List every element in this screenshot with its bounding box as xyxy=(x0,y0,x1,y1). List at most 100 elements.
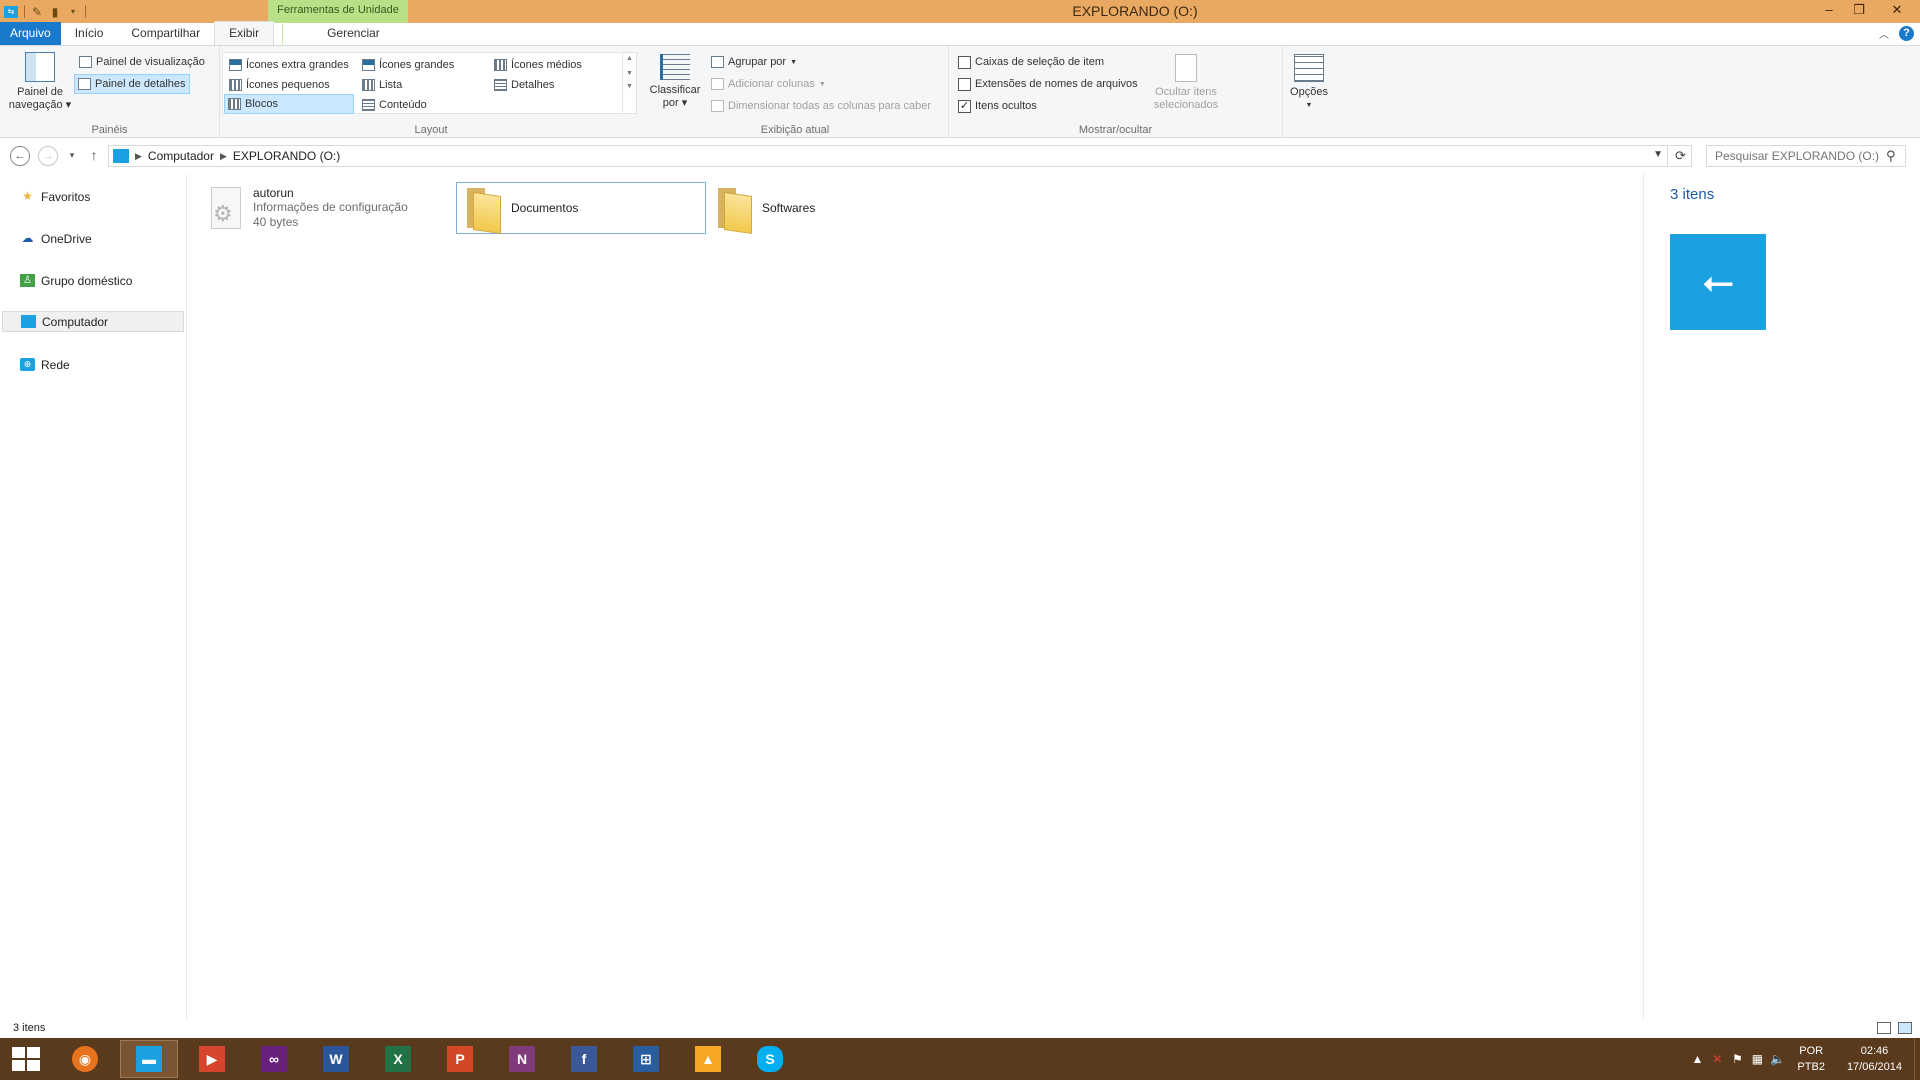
gallery-down-icon[interactable]: ▼ xyxy=(623,70,636,77)
search-input[interactable] xyxy=(1706,145,1906,167)
window-controls: – ❐ ✕ xyxy=(1814,0,1920,23)
address-dropdown-icon[interactable]: ▼ xyxy=(1653,149,1663,160)
gallery-expand-icon[interactable]: ▼ xyxy=(623,83,636,90)
qat-customize-icon[interactable]: ▾ xyxy=(67,5,79,19)
details-pane: 3 itens ⭠ xyxy=(1643,174,1920,1024)
hide-selected-items-button[interactable]: Ocultar itens selecionados xyxy=(1149,54,1223,112)
file-extensions-toggle[interactable]: Extensões de nomes de arquivos xyxy=(955,74,1141,94)
taskbar-app-firefox[interactable]: ◉ xyxy=(56,1040,114,1078)
network-tray-icon[interactable]: ▦ xyxy=(1747,1052,1767,1066)
layout-small-icons[interactable]: Ícones pequenos xyxy=(226,75,333,95)
up-button[interactable]: ↑ xyxy=(84,146,104,166)
tab-share[interactable]: Compartilhar xyxy=(117,22,214,45)
sort-by-button[interactable]: Classificar por ▾ xyxy=(648,54,702,110)
recent-locations-button[interactable]: ▾ xyxy=(62,146,82,166)
chevron-right-icon[interactable]: ▶ xyxy=(135,151,142,162)
start-button[interactable] xyxy=(12,1047,40,1071)
taskbar-app-onenote[interactable]: N xyxy=(493,1040,551,1078)
details-pane-button[interactable]: Painel de detalhes xyxy=(74,74,190,94)
taskbar-app-word[interactable]: W xyxy=(307,1040,365,1078)
title-bar: ⇆ ✎ ▮ ▾ Ferramentas de Unidade EXPLORAND… xyxy=(0,0,1920,23)
size-all-columns-button[interactable]: Dimensionar todas as colunas para caber xyxy=(708,96,934,116)
nav-item-homegroup[interactable]: ♙ Grupo doméstico xyxy=(2,270,184,291)
layout-details[interactable]: Detalhes xyxy=(491,75,557,95)
hidden-items-toggle[interactable]: ✓ Itens ocultos xyxy=(955,96,1040,116)
taskbar-app-facebook[interactable]: f xyxy=(555,1040,613,1078)
forward-button[interactable]: → xyxy=(38,146,58,166)
help-icon[interactable]: ? xyxy=(1899,26,1914,41)
drive-app-icon[interactable]: ⇆ xyxy=(4,5,18,18)
taskbar-app-visual-studio[interactable]: ∞ xyxy=(245,1040,303,1078)
input-language[interactable]: POR PTB2 xyxy=(1787,1043,1835,1075)
options-button[interactable]: Opções ▼ xyxy=(1283,54,1335,112)
file-extensions-checkbox[interactable] xyxy=(958,77,971,91)
taskbar-app-skype[interactable]: S xyxy=(741,1040,799,1078)
clock[interactable]: 02:46 17/06/2014 xyxy=(1835,1043,1914,1075)
media-player-icon: ▶ xyxy=(199,1046,225,1072)
properties-icon[interactable]: ✎ xyxy=(31,5,43,19)
new-folder-icon[interactable]: ▮ xyxy=(49,5,61,19)
folder-icon xyxy=(463,186,503,230)
hidden-items-checkbox[interactable]: ✓ xyxy=(958,99,971,113)
large-icons-view-icon[interactable] xyxy=(1898,1022,1912,1034)
taskbar-app-store[interactable]: ⊞ xyxy=(617,1040,675,1078)
folder-tile-documentos[interactable]: Documentos xyxy=(456,182,706,234)
breadcrumb-drive[interactable]: EXPLORANDO (O:) xyxy=(233,149,340,163)
gallery-up-icon[interactable]: ▲ xyxy=(623,55,636,62)
action-center-icon[interactable]: ✕ xyxy=(1707,1052,1727,1066)
address-bar[interactable]: ▶ Computador ▶ EXPLORANDO (O:) ▼ xyxy=(108,145,1668,167)
tab-view[interactable]: Exibir xyxy=(214,21,275,45)
skype-icon: S xyxy=(757,1046,783,1072)
close-button[interactable]: ✕ xyxy=(1874,0,1920,21)
details-view-icon[interactable] xyxy=(1877,1022,1891,1034)
item-checkboxes-checkbox[interactable] xyxy=(958,55,971,69)
taskbar-app-file-explorer[interactable]: ▬ xyxy=(120,1040,178,1078)
nav-item-onedrive[interactable]: ☁ OneDrive xyxy=(2,228,184,249)
sort-by-label: Classificar por xyxy=(649,84,701,109)
item-checkboxes-toggle[interactable]: Caixas de seleção de item xyxy=(955,52,1107,72)
taskbar-app-vlc[interactable]: ▲ xyxy=(679,1040,737,1078)
volume-icon[interactable]: 🔈 xyxy=(1767,1052,1787,1066)
tab-home[interactable]: Início xyxy=(61,22,118,45)
nav-item-network[interactable]: ⊕ Rede xyxy=(2,354,184,375)
add-columns-button[interactable]: Adicionar colunas ▼ xyxy=(708,74,829,94)
search-icon[interactable]: ⚲ xyxy=(1886,148,1896,164)
group-panes: Painel de navegação ▾ Painel de visualiz… xyxy=(0,46,220,138)
layout-medium-icons[interactable]: Ícones médios xyxy=(491,55,585,75)
taskbar-app-media[interactable]: ▶ xyxy=(183,1040,241,1078)
tab-manage[interactable]: Gerenciar xyxy=(282,22,424,45)
restore-button[interactable]: ❐ xyxy=(1844,0,1874,21)
chevron-right-icon[interactable]: ▶ xyxy=(220,151,227,162)
tab-file[interactable]: Arquivo xyxy=(0,22,61,45)
minimize-ribbon-icon[interactable]: ︿ xyxy=(1879,26,1889,41)
breadcrumb-computer[interactable]: Computador xyxy=(148,149,214,163)
layout-tiles[interactable]: Blocos xyxy=(224,94,354,114)
preview-pane-label: Painel de visualização xyxy=(96,56,205,68)
details-icon xyxy=(494,79,507,91)
taskbar-app-excel[interactable]: X xyxy=(369,1040,427,1078)
layout-extra-large-icons[interactable]: Ícones extra grandes xyxy=(226,55,352,75)
group-by-button[interactable]: Agrupar por ▼ xyxy=(708,52,800,72)
tray-overflow-icon[interactable]: ▲ xyxy=(1687,1052,1707,1066)
navigation-pane-button[interactable]: Painel de navegação ▾ xyxy=(6,52,74,112)
layout-list[interactable]: Lista xyxy=(359,75,405,95)
minimize-button[interactable]: – xyxy=(1814,0,1844,21)
taskbar-app-powerpoint[interactable]: P xyxy=(431,1040,489,1078)
file-tile-autorun[interactable]: ⚙ autorun Informações de configuração 40… xyxy=(205,182,445,234)
folder-tile-softwares[interactable]: Softwares xyxy=(714,182,954,234)
nav-item-computer[interactable]: Computador xyxy=(2,311,184,332)
nav-item-favorites[interactable]: ★ Favoritos xyxy=(2,186,184,207)
preview-pane-button[interactable]: Painel de visualização xyxy=(76,52,208,72)
homegroup-icon: ♙ xyxy=(20,274,35,287)
layout-content[interactable]: Conteúdo xyxy=(359,95,430,115)
store-icon: ⊞ xyxy=(633,1046,659,1072)
size-columns-label: Dimensionar todas as colunas para caber xyxy=(728,100,932,112)
layout-gallery-scroll[interactable]: ▲ ▼ ▼ xyxy=(622,53,636,113)
back-button[interactable]: ← xyxy=(10,146,30,166)
facebook-icon: f xyxy=(571,1046,597,1072)
layout-large-icons[interactable]: Ícones grandes xyxy=(359,55,457,75)
flag-icon[interactable]: ⚑ xyxy=(1727,1052,1747,1066)
hidden-items-label: Itens ocultos xyxy=(975,100,1037,112)
refresh-button[interactable]: ⟳ xyxy=(1670,145,1692,167)
show-desktop-button[interactable] xyxy=(1914,1038,1920,1080)
